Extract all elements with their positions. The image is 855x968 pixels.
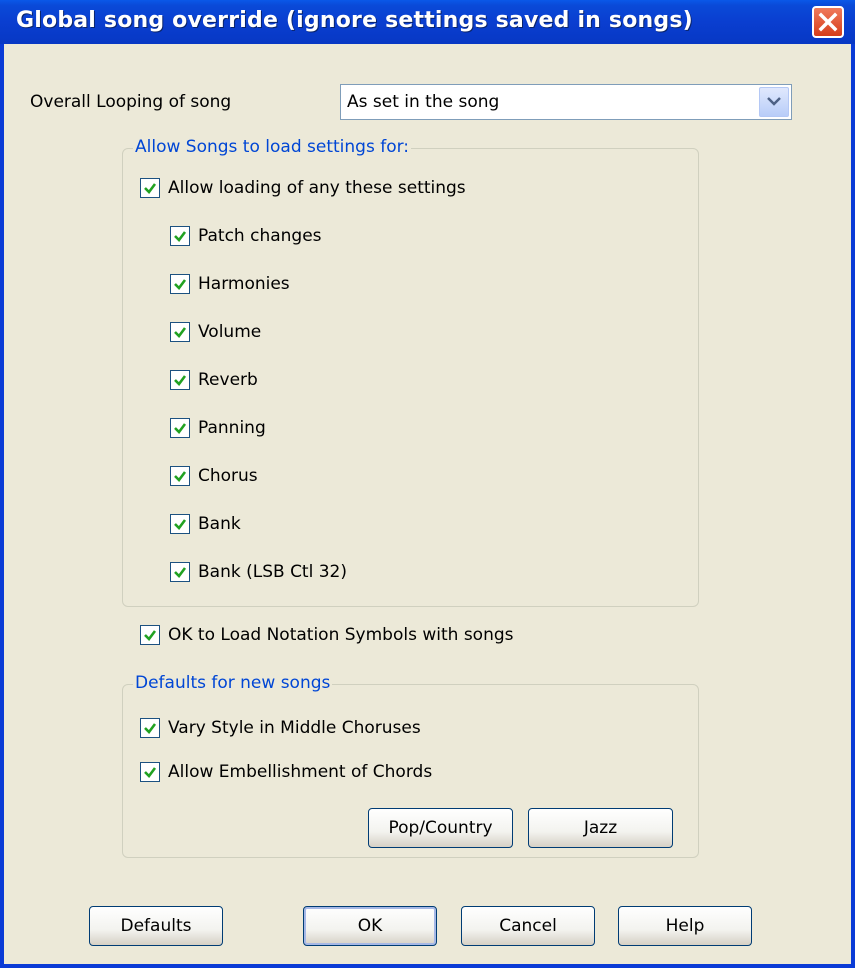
bank-label: Bank <box>198 514 241 534</box>
chorus-label: Chorus <box>198 466 258 486</box>
close-icon <box>818 12 838 32</box>
checkmark-icon <box>144 767 157 778</box>
notation-symbols-label: OK to Load Notation Symbols with songs <box>168 625 514 645</box>
defaults-group-title: Defaults for new songs <box>133 673 333 693</box>
pop-country-button[interactable]: Pop/Country <box>368 808 513 848</box>
checkbox-box[interactable] <box>140 718 160 738</box>
checkbox-box[interactable] <box>140 625 160 645</box>
checkmark-icon <box>144 630 157 641</box>
checkmark-icon <box>174 231 187 242</box>
allow-group-title: Allow Songs to load settings for: <box>133 137 412 157</box>
jazz-button[interactable]: Jazz <box>528 808 673 848</box>
allow-loading-label: Allow loading of any these settings <box>168 178 466 198</box>
title-bar[interactable]: Global song override (ignore settings sa… <box>0 0 855 44</box>
checkmark-icon <box>174 519 187 530</box>
checkmark-icon <box>174 327 187 338</box>
checkmark-icon <box>144 183 157 194</box>
harmonies-label: Harmonies <box>198 274 290 294</box>
checkmark-icon <box>174 471 187 482</box>
defaults-button[interactable]: Defaults <box>89 906 223 946</box>
close-button[interactable] <box>812 6 844 38</box>
checkbox-box[interactable] <box>170 514 190 534</box>
checkbox-box[interactable] <box>140 762 160 782</box>
window-title: Global song override (ignore settings sa… <box>16 8 693 33</box>
checkbox-box[interactable] <box>170 562 190 582</box>
checkmark-icon <box>144 723 157 734</box>
reverb-label: Reverb <box>198 370 258 390</box>
checkmark-icon <box>174 423 187 434</box>
chevron-down-icon <box>767 97 781 106</box>
checkbox-box[interactable] <box>170 274 190 294</box>
panning-label: Panning <box>198 418 266 438</box>
bank-lsb-label: Bank (LSB Ctl 32) <box>198 562 347 582</box>
looping-dropdown-button[interactable] <box>759 87 789 117</box>
patch-changes-label: Patch changes <box>198 226 322 246</box>
vary-style-label: Vary Style in Middle Choruses <box>168 718 421 738</box>
checkbox-box[interactable] <box>170 418 190 438</box>
looping-label: Overall Looping of song <box>30 92 232 112</box>
looping-select[interactable]: As set in the song <box>340 84 792 120</box>
checkbox-box[interactable] <box>140 178 160 198</box>
volume-label: Volume <box>198 322 262 342</box>
checkmark-icon <box>174 279 187 290</box>
checkmark-icon <box>174 567 187 578</box>
help-button[interactable]: Help <box>618 906 752 946</box>
checkbox-box[interactable] <box>170 322 190 342</box>
checkbox-box[interactable] <box>170 226 190 246</box>
embellishment-label: Allow Embellishment of Chords <box>168 762 433 782</box>
cancel-button[interactable]: Cancel <box>461 906 595 946</box>
checkmark-icon <box>174 375 187 386</box>
ok-button[interactable]: OK <box>303 906 437 946</box>
checkbox-box[interactable] <box>170 370 190 390</box>
checkbox-box[interactable] <box>170 466 190 486</box>
looping-select-value: As set in the song <box>347 92 500 112</box>
